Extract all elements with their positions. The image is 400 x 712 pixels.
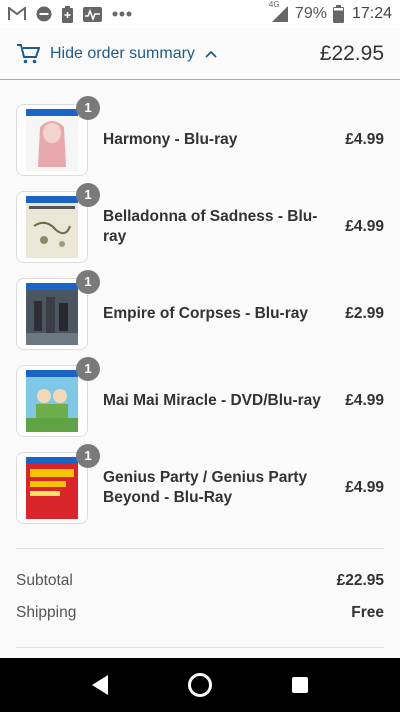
quantity-badge: 1 <box>76 182 100 207</box>
item-price: £4.99 <box>345 217 384 235</box>
shipping-label: Shipping <box>16 604 77 621</box>
hide-order-summary-label: Hide order summary <box>50 44 195 62</box>
more-dots-icon <box>112 11 132 17</box>
signal-icon: 4G <box>269 0 289 22</box>
battery-saver-icon <box>62 5 73 23</box>
item-price: £4.99 <box>345 478 384 496</box>
item-price: £4.99 <box>345 391 384 409</box>
quantity-badge: 1 <box>76 269 100 294</box>
order-summary-header: Hide order summary £22.95 <box>0 28 400 80</box>
shipping-value: Free <box>351 604 384 621</box>
list-item: 1 Belladonna of Sadness - Blu-ray £4.99 <box>16 182 384 270</box>
quantity-badge: 1 <box>76 356 100 381</box>
item-price: £4.99 <box>345 130 384 148</box>
list-item: 1 Mai Mai Miracle - DVD/Blu-ray £4.99 <box>16 356 384 444</box>
battery-percentage: 79% <box>294 5 327 22</box>
quantity-badge: 1 <box>76 95 100 120</box>
line-items-list: 1 Harmony - Blu-ray £4.99 1 Belladonna o… <box>16 95 384 531</box>
home-button[interactable] <box>180 665 220 705</box>
item-price: £2.99 <box>345 304 384 322</box>
navigation-bar <box>0 658 400 712</box>
item-name: Empire of Corpses - Blu-ray <box>103 304 308 322</box>
chevron-up-icon <box>205 50 217 58</box>
subtotal-label: Subtotal <box>16 572 73 589</box>
shipping-row: Shipping Free <box>16 604 384 622</box>
divider <box>16 548 384 549</box>
list-item: 1 Harmony - Blu-ray £4.99 <box>16 95 384 183</box>
list-item: 1 Empire of Corpses - Blu-ray £2.99 <box>16 269 384 357</box>
item-name: Genius Party / Genius Party Beyond - Blu… <box>103 468 308 506</box>
back-button[interactable] <box>80 665 120 705</box>
cart-icon <box>16 43 40 65</box>
order-summary-toggle[interactable]: Hide order summary <box>16 43 320 65</box>
do-not-disturb-icon <box>36 6 52 22</box>
activity-icon <box>83 6 102 22</box>
clock: 17:24 <box>351 5 392 22</box>
gmail-icon <box>8 7 26 21</box>
quantity-badge: 1 <box>76 443 100 468</box>
item-name: Harmony - Blu-ray <box>103 130 238 148</box>
recents-button[interactable] <box>280 665 320 705</box>
item-name: Belladonna of Sadness - Blu-ray <box>103 207 318 245</box>
order-total: £22.95 <box>319 41 384 65</box>
item-name: Mai Mai Miracle - DVD/Blu-ray <box>103 391 321 409</box>
network-type: 4G <box>268 0 280 9</box>
list-item: 1 Genius Party / Genius Party Beyond - B… <box>16 443 384 531</box>
subtotal-value: £22.95 <box>336 572 384 589</box>
status-bar: 4G 79% 17:24 <box>0 0 400 28</box>
divider <box>16 647 384 648</box>
battery-icon <box>332 5 344 23</box>
subtotal-row: Subtotal £22.95 <box>16 572 384 590</box>
